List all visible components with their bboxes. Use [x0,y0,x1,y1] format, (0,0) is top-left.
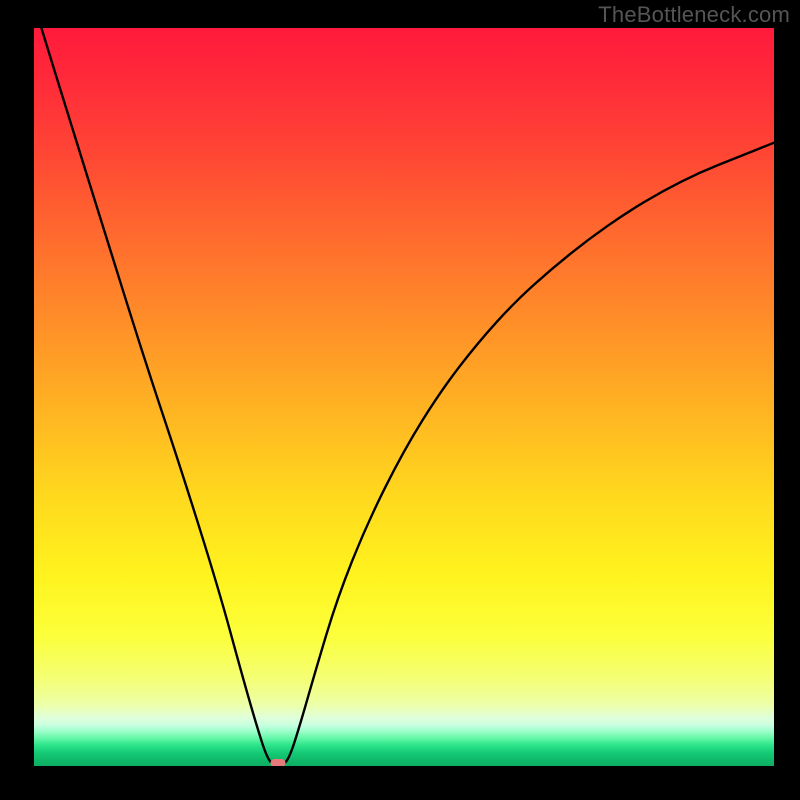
bottleneck-curve-path [41,28,774,766]
chart-plot-area [34,28,774,768]
watermark-text: TheBottleneck.com [598,2,790,28]
chart-baseline [34,766,774,768]
chart-curve-svg [34,28,774,768]
